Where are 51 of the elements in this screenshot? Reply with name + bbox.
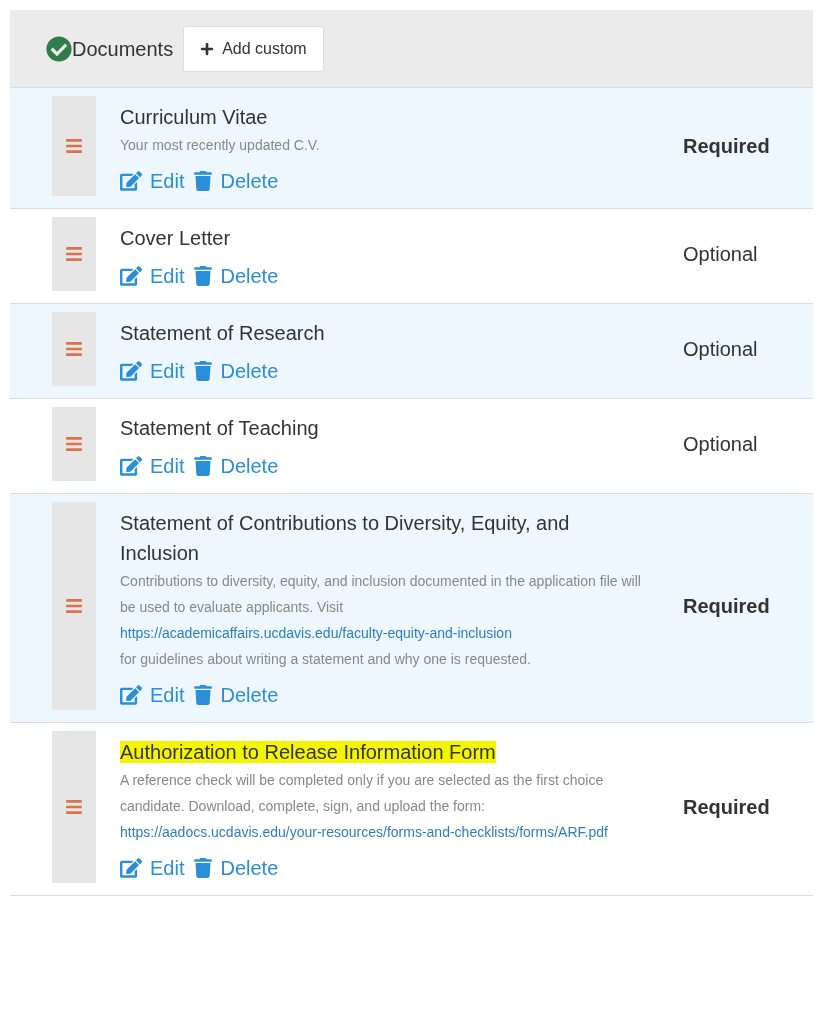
document-link[interactable]: https://academicaffairs.ucdavis.edu/faculty-equity-and-inclusion — [120, 620, 653, 646]
trash-icon — [194, 456, 213, 476]
delete-link[interactable]: Delete — [194, 680, 279, 710]
document-title: Statement of Contributions to Diversity, Equity, and Inclusion — [120, 512, 570, 564]
trash-icon — [194, 858, 213, 878]
delete-link[interactable]: Delete — [194, 166, 279, 196]
section-title: Documents — [72, 36, 174, 62]
requirement-status: Required — [683, 594, 770, 619]
delete-link[interactable]: Delete — [194, 261, 279, 291]
trash-icon — [194, 361, 213, 381]
edit-link[interactable]: Edit — [120, 261, 185, 291]
menu-icon — [65, 435, 83, 453]
document-title: Cover Letter — [120, 227, 231, 249]
document-description: Your most recently updated C.V. — [120, 136, 321, 155]
trash-icon — [194, 171, 213, 191]
drag-handle[interactable] — [52, 502, 96, 710]
edit-link[interactable]: Edit — [120, 356, 185, 386]
requirement-status: Optional — [683, 337, 758, 362]
drag-handle[interactable] — [52, 96, 96, 196]
edit-link[interactable]: Edit — [120, 680, 185, 710]
trash-icon — [194, 685, 213, 705]
document-link[interactable]: https://aadocs.ucdavis.edu/your-resources/forms-and-checklists/forms/ARF.pdf — [120, 819, 653, 845]
delete-link[interactable]: Delete — [194, 853, 279, 883]
delete-link[interactable]: Delete — [194, 356, 279, 386]
menu-icon — [65, 340, 83, 358]
document-title: Curriculum Vitae — [120, 106, 268, 128]
document-title: Statement of Teaching — [120, 417, 319, 439]
drag-handle[interactable] — [52, 731, 96, 883]
edit-link[interactable]: Edit — [120, 166, 185, 196]
plus-icon — [200, 41, 215, 56]
menu-icon — [65, 597, 83, 615]
delete-link[interactable]: Delete — [194, 451, 279, 481]
requirement-status: Optional — [683, 432, 758, 457]
requirement-status: Required — [683, 795, 770, 820]
document-description: A reference check will be completed only if you are selected as the first choice candidate. Download, complete, sign, and upload the form: — [120, 771, 605, 816]
document-description: for guidelines about writing a statement and why one is requested. — [120, 650, 532, 669]
trash-icon — [194, 266, 213, 286]
document-title: Statement of Research — [120, 322, 325, 344]
requirement-status: Required — [683, 134, 770, 159]
document-description: Contributions to diversity, equity, and inclusion documented in the application file will be used to evaluate applicants. Visit — [120, 572, 642, 617]
edit-link[interactable]: Edit — [120, 451, 185, 481]
add-custom-button[interactable]: Add custom — [183, 25, 324, 72]
menu-icon — [65, 137, 83, 155]
drag-handle[interactable] — [52, 217, 96, 291]
menu-icon — [65, 798, 83, 816]
menu-icon — [65, 245, 83, 263]
edit-link[interactable]: Edit — [120, 853, 185, 883]
drag-handle[interactable] — [52, 407, 96, 481]
document-title: Authorization to Release Information Form — [120, 741, 496, 763]
requirement-status: Optional — [683, 242, 758, 267]
drag-handle[interactable] — [52, 312, 96, 386]
